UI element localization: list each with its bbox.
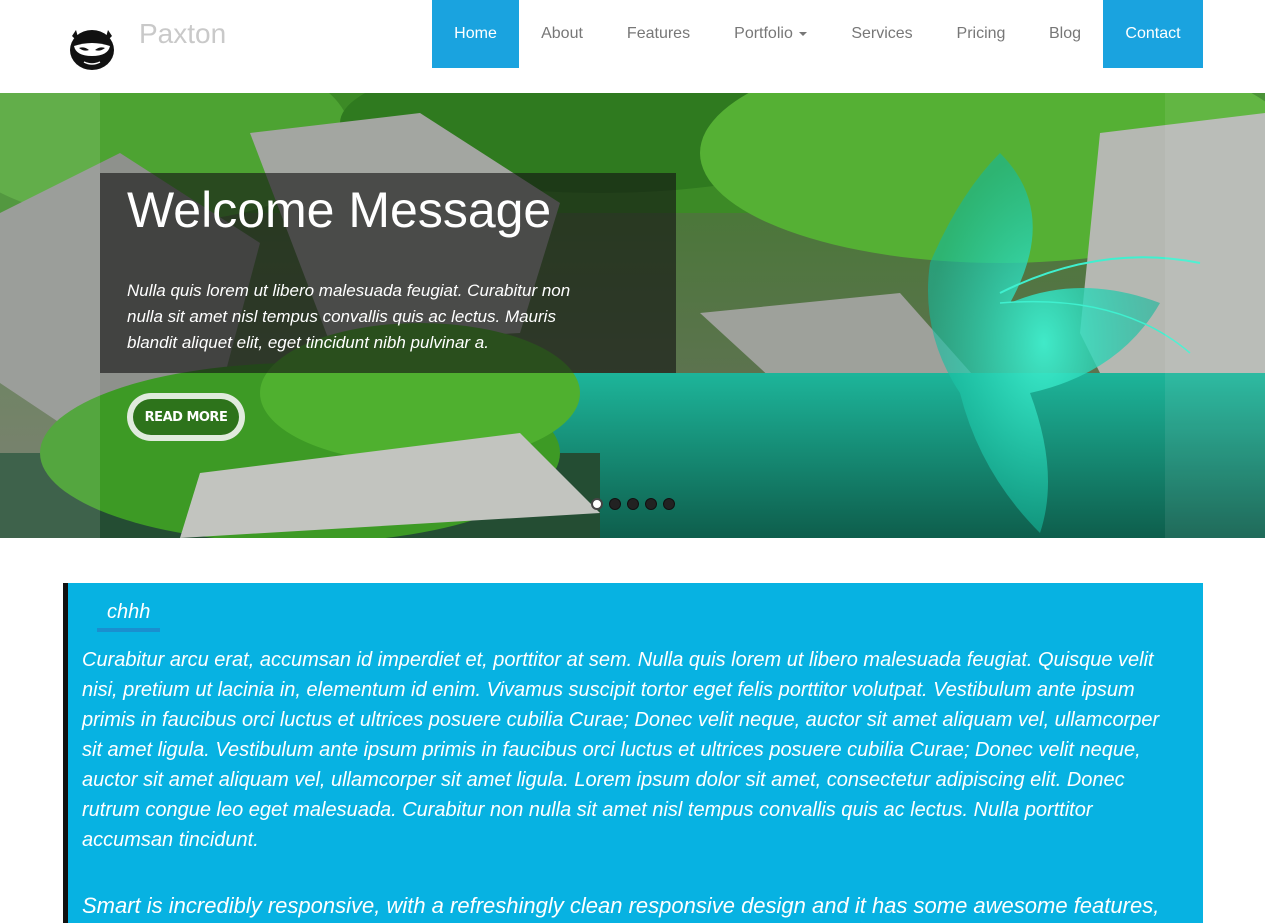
brand-name[interactable]: Paxton: [139, 18, 226, 50]
nav-about[interactable]: About: [519, 0, 605, 68]
slider-dot-3[interactable]: [627, 498, 639, 510]
nav-blog-label: Blog: [1048, 25, 1082, 42]
content-paragraph-2: Smart is incredibly responsive, with a r…: [82, 893, 1160, 918]
slider-dot-5[interactable]: [663, 498, 675, 510]
slider-dot-4[interactable]: [645, 498, 657, 510]
hero-text: Nulla quis lorem ut libero malesuada feu…: [127, 281, 571, 352]
title-underline: [97, 628, 160, 632]
read-more-button[interactable]: Read More: [127, 393, 245, 441]
hero-left-edge: [0, 93, 100, 538]
nav-about-label: About: [541, 25, 583, 42]
nav-home-label: Home: [454, 25, 497, 42]
nav-services[interactable]: Services: [829, 0, 935, 68]
ninja-mask-icon[interactable]: [64, 22, 120, 72]
nav-contact-label: Contact: [1125, 25, 1181, 42]
nav-home[interactable]: Home: [432, 0, 519, 68]
chevron-down-icon: [798, 32, 807, 36]
content-panel: chhh Curabitur arcu erat, accumsan id im…: [63, 583, 1203, 923]
slider-dot-1[interactable]: [591, 498, 603, 510]
nav-portfolio-label: Portfolio: [734, 25, 793, 42]
content-title: chhh: [107, 601, 151, 623]
slider-pagination: [591, 498, 675, 510]
slider-dot-2[interactable]: [609, 498, 621, 510]
content-paragraph: Curabitur arcu erat, accumsan id imperdi…: [82, 649, 1160, 851]
nav-contact[interactable]: Contact: [1103, 0, 1203, 68]
hero-title: Welcome Message: [127, 182, 552, 238]
nav-features[interactable]: Features: [605, 0, 712, 68]
nav-pricing[interactable]: Pricing: [935, 0, 1027, 68]
main-nav: Home About Features Portfolio Services P…: [432, 0, 1203, 68]
nav-services-label: Services: [851, 25, 913, 42]
site-header: Paxton Home About Features Portfolio Ser…: [0, 0, 1265, 93]
hero-right-edge: [1165, 93, 1265, 538]
nav-pricing-label: Pricing: [956, 25, 1006, 42]
nav-features-label: Features: [626, 25, 691, 42]
nav-portfolio-dropdown[interactable]: Portfolio: [712, 0, 829, 68]
nav-blog[interactable]: Blog: [1027, 0, 1103, 68]
hero-slider: Welcome Message Nulla quis lorem ut libe…: [0, 93, 1265, 538]
